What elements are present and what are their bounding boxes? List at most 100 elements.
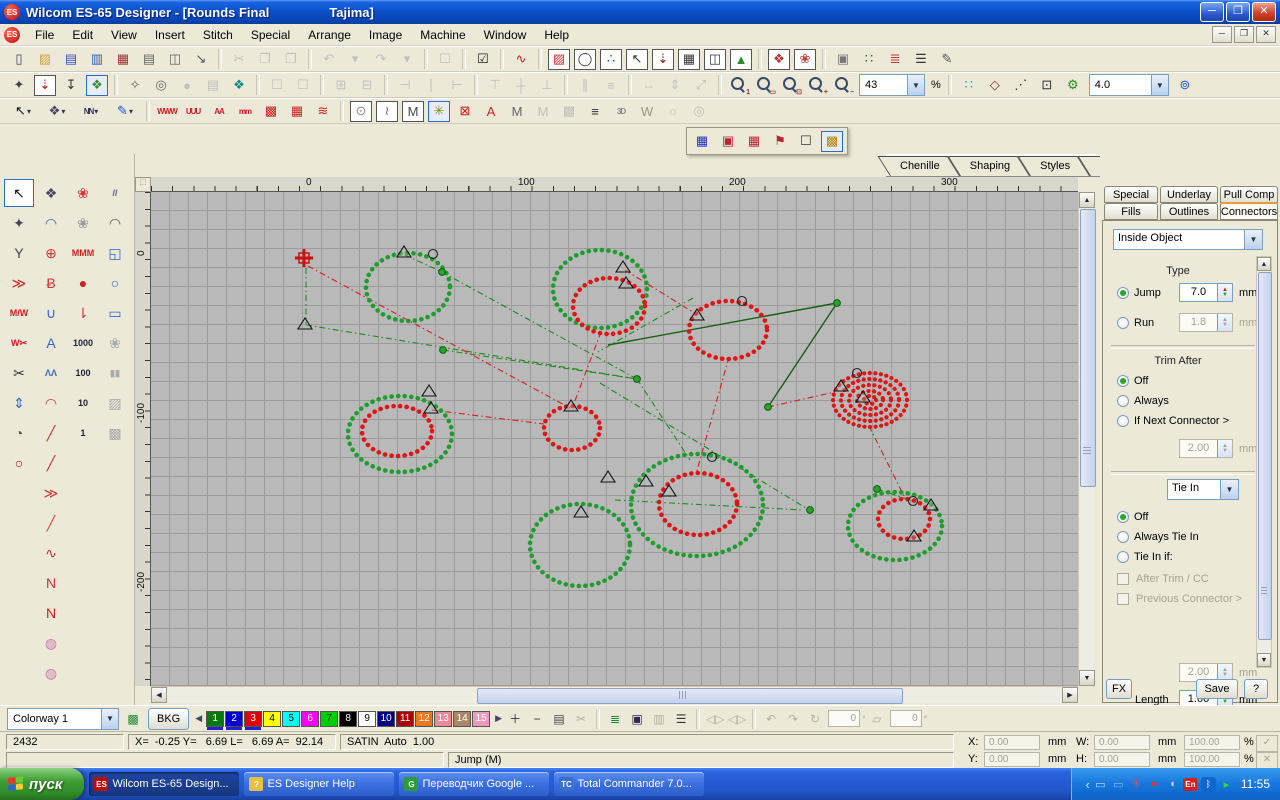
palette-editor-icon[interactable]: ▩ xyxy=(123,709,143,729)
color-chip-8[interactable]: 8 xyxy=(339,711,357,727)
reshape-points-icon[interactable]: ◇ xyxy=(983,74,1007,97)
reshape-object-icon[interactable]: ❖ xyxy=(36,179,66,207)
gray-ring-icon[interactable]: ◎ xyxy=(687,100,711,123)
color-chip-10[interactable]: 10 xyxy=(377,711,395,727)
pen-tool-icon[interactable]: ✎▾ xyxy=(109,100,141,123)
thread-chart-icon[interactable]: ≣ xyxy=(605,709,625,729)
tatami-fill-icon[interactable]: ▩ xyxy=(259,100,283,123)
point-line-icon[interactable]: ⋰ xyxy=(1009,74,1033,97)
color-layers-icon[interactable]: ⊚ xyxy=(1173,74,1197,97)
colorway-dropdown[interactable]: Colorway 1▼ xyxy=(7,708,119,730)
updown-fork-icon[interactable]: ⇕ xyxy=(4,389,34,417)
panel-scroll-thumb[interactable] xyxy=(1258,272,1272,640)
taskbar-task[interactable]: ?ES Designer Help xyxy=(244,772,394,796)
shape-merge-icon[interactable]: ◱ xyxy=(100,239,130,267)
rotate-flip-icon[interactable]: ⊕ xyxy=(36,239,66,267)
chevron-down-icon[interactable]: ▼ xyxy=(101,709,118,729)
spinner-arrows-icon[interactable]: ▲▼ xyxy=(1217,284,1232,301)
motif-fill-icon[interactable]: M xyxy=(531,100,555,123)
chevron-down-icon[interactable]: ▼ xyxy=(907,75,924,95)
zoom-box-icon[interactable]: ▭ xyxy=(753,74,777,97)
taskbar-task[interactable]: ESWilcom ES-65 Design... xyxy=(89,772,239,796)
dome-shape-icon[interactable]: ◠ xyxy=(36,209,66,237)
same-height-icon[interactable]: ⇕ xyxy=(663,74,687,97)
remove-function-icon[interactable]: Ƀ xyxy=(36,269,66,297)
align-center-icon[interactable]: ∣ xyxy=(419,74,443,97)
same-width-icon[interactable]: ⇔ xyxy=(637,74,661,97)
tab-underlay[interactable]: Underlay xyxy=(1160,186,1218,203)
document-view-icon[interactable]: ▤ xyxy=(201,74,225,97)
close-button[interactable]: ✕ xyxy=(1252,2,1276,22)
motif-run-icon[interactable]: M xyxy=(505,100,529,123)
design-wizard-icon[interactable]: ☐ xyxy=(433,48,457,71)
stitch-player-icon[interactable]: ≫ xyxy=(4,269,34,297)
loop-stitch-icon[interactable]: UUU xyxy=(181,100,205,123)
print-preview-icon[interactable]: ◫ xyxy=(163,48,187,71)
vertical-scroll-thumb[interactable] xyxy=(1080,209,1096,487)
scale-10-icon[interactable]: 10 xyxy=(68,389,98,417)
server-status-icon[interactable]: ▸ xyxy=(1219,777,1234,792)
menu-machine[interactable]: Machine xyxy=(411,26,474,44)
zoom-in-icon[interactable]: + xyxy=(805,74,829,97)
polygon-select-icon[interactable]: ✦ xyxy=(7,74,31,97)
n-striped-icon[interactable]: N xyxy=(36,599,66,627)
tab-outlines[interactable]: Outlines xyxy=(1160,203,1218,220)
paste-icon[interactable]: ❒ xyxy=(279,48,303,71)
save-to-disk-icon[interactable]: ▥ xyxy=(85,48,109,71)
zoom-window-icon[interactable]: ⊡ xyxy=(779,74,803,97)
redo-icon[interactable]: ↷ xyxy=(369,48,393,71)
same-size-icon[interactable]: ⤢ xyxy=(689,74,713,97)
save-to-machine-icon[interactable]: ▦ xyxy=(111,48,135,71)
branching-icon[interactable]: Y xyxy=(4,239,34,267)
redo-list-icon[interactable]: ▾ xyxy=(395,48,419,71)
align-middle-icon[interactable]: ┼ xyxy=(509,74,533,97)
point-square-icon[interactable]: ⊡ xyxy=(1035,74,1059,97)
trim-if-next-connector--radio[interactable] xyxy=(1117,415,1129,427)
stitch-list-icon[interactable]: ☰ xyxy=(909,48,933,71)
dome-nodes-icon[interactable]: ◠ xyxy=(36,389,66,417)
menu-insert[interactable]: Insert xyxy=(146,26,194,44)
color-chip-14[interactable]: 14 xyxy=(453,711,471,727)
save-button[interactable]: Save xyxy=(1196,679,1238,699)
flag-marker-icon[interactable]: ⚑ xyxy=(768,130,792,153)
tab-connectors[interactable]: Connectors xyxy=(1220,202,1278,220)
minimize-button[interactable]: ─ xyxy=(1200,2,1224,22)
scroll-right-button[interactable]: ▶ xyxy=(1062,687,1078,703)
color-chip-9[interactable]: 9 xyxy=(358,711,376,727)
zoom-level-combo[interactable]: 43▼ xyxy=(859,74,925,96)
color-chip-15[interactable]: 15 xyxy=(472,711,490,727)
show-hoop-icon[interactable]: ◫ xyxy=(704,49,726,70)
scale-100-icon[interactable]: 100 xyxy=(68,359,98,387)
horizontal-scrollbar[interactable]: ◀ ▶ xyxy=(151,686,1078,703)
tray-expand-icon[interactable]: ‹ xyxy=(1086,777,1090,792)
language-en-badge[interactable]: En xyxy=(1183,777,1198,792)
menu-window[interactable]: Window xyxy=(475,26,536,44)
show-outlines-icon[interactable]: ◯ xyxy=(574,49,596,70)
show-penetrations-icon[interactable]: ⇣ xyxy=(652,49,674,70)
cross-stitch-icon[interactable]: ⊠ xyxy=(453,100,477,123)
color-chip-6[interactable]: 6 xyxy=(301,711,319,727)
thread-colors-icon[interactable]: ∷ xyxy=(857,48,881,71)
wave-fill-icon[interactable]: ≋ xyxy=(311,100,335,123)
tab-pull-comp[interactable]: Pull Comp xyxy=(1220,186,1278,203)
ungroup-objects-icon[interactable]: ⊟ xyxy=(355,74,379,97)
lettering-icon[interactable]: A xyxy=(36,329,66,357)
generate-shapes-icon[interactable]: ✧ xyxy=(123,74,147,97)
palette-scroll-right-icon[interactable]: ▶ xyxy=(495,713,502,724)
mirror-horizontal-icon[interactable]: ◁▷ xyxy=(705,709,725,729)
connector-scope-dropdown[interactable]: Inside Object▼ xyxy=(1113,229,1263,250)
space-vertical-icon[interactable]: ≡ xyxy=(599,74,623,97)
tie-off-radio[interactable] xyxy=(1117,511,1129,523)
satin-box-icon[interactable]: M xyxy=(402,101,424,122)
cut-color-icon[interactable]: ✂ xyxy=(571,709,591,729)
applique-icon[interactable]: A xyxy=(479,100,503,123)
menu-file[interactable]: File xyxy=(26,26,63,44)
reshape-tool-icon[interactable]: ❖▾ xyxy=(41,100,73,123)
panel-scroll-up-button[interactable]: ▲ xyxy=(1257,257,1271,271)
open-design-icon[interactable]: ▨ xyxy=(33,48,57,71)
twin-figures-icon[interactable]: ΛΛ xyxy=(36,359,66,387)
transform-stitches-icon[interactable]: ☐ xyxy=(291,74,315,97)
bluetooth-icon[interactable]: ᛒ xyxy=(1201,777,1216,792)
tie-in-dropdown[interactable]: Tie In▼ xyxy=(1167,479,1239,500)
gray-flower-icon[interactable]: ❀ xyxy=(100,329,130,357)
